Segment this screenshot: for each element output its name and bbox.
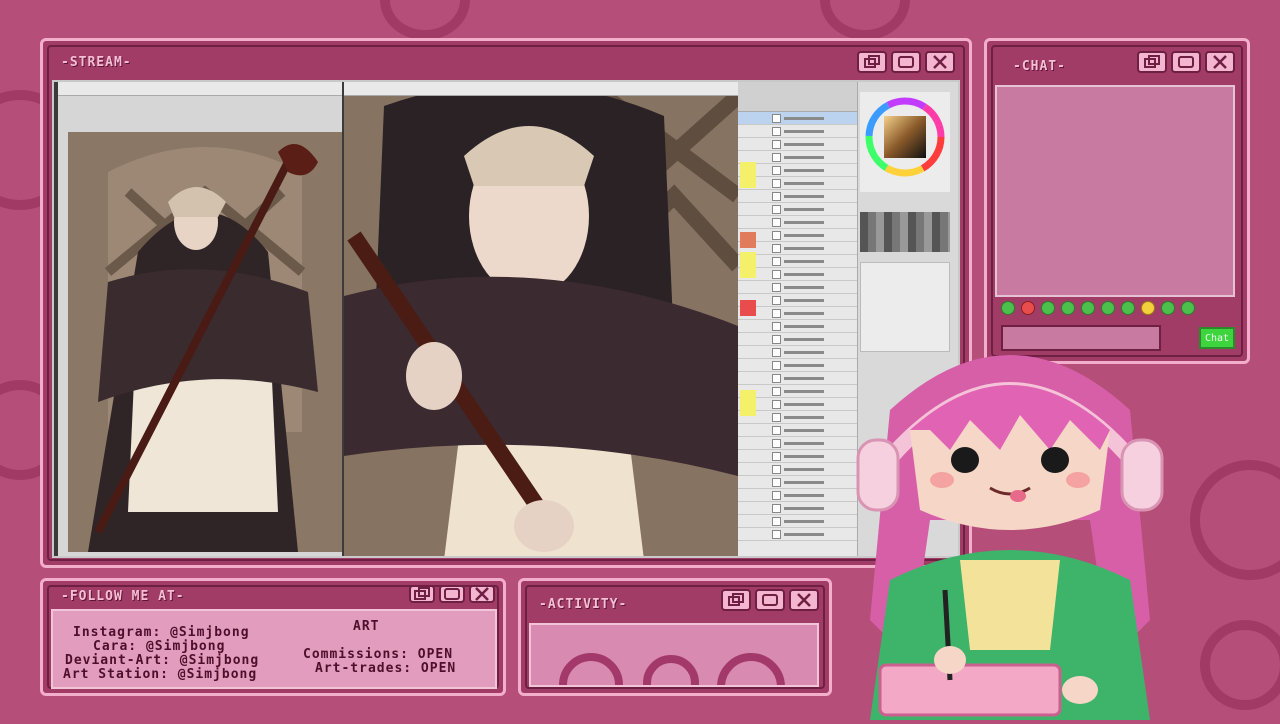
layer-row[interactable] [738, 190, 857, 203]
layer-row[interactable] [738, 203, 857, 216]
restore-button[interactable] [1137, 51, 1167, 73]
maximize-icon [444, 588, 460, 600]
social-artstation: Art Station: @Simjbong [63, 667, 258, 682]
layer-row[interactable] [738, 112, 857, 125]
maximize-icon [1178, 56, 1194, 68]
layer-row[interactable] [738, 320, 857, 333]
closeup-artwork [344, 83, 738, 556]
emote-icon[interactable] [1101, 301, 1115, 315]
layer-row[interactable] [738, 346, 857, 359]
chat-window-controls [1137, 51, 1235, 73]
art-trades-status: Art-trades: OPEN [315, 661, 457, 676]
emote-icon[interactable] [1061, 301, 1075, 315]
stream-window-controls [857, 51, 955, 73]
layer-row[interactable] [738, 359, 857, 372]
emote-icon[interactable] [1001, 301, 1015, 315]
stream-title: -STREAM- [61, 55, 132, 70]
layer-row[interactable] [738, 125, 857, 138]
commissions-status: Commissions: OPEN [303, 647, 454, 662]
emote-icon[interactable] [1141, 301, 1155, 315]
layer-row[interactable] [738, 424, 857, 437]
emote-bar [1001, 301, 1195, 315]
emote-icon[interactable] [1121, 301, 1135, 315]
layer-row[interactable] [738, 281, 857, 294]
swatch-panel[interactable] [860, 212, 950, 252]
full-figure-artwork [68, 132, 342, 552]
color-wheel-panel[interactable] [860, 92, 950, 192]
close-button[interactable] [925, 51, 955, 73]
follow-panel: -FOLLOW ME AT- Instagram: @Simjbong Cara… [40, 578, 506, 696]
close-button[interactable] [1205, 51, 1235, 73]
main-canvas[interactable] [344, 82, 738, 556]
close-icon [475, 587, 489, 601]
restore-button[interactable] [857, 51, 887, 73]
maximize-button[interactable] [439, 585, 465, 603]
activity-window-controls [721, 589, 819, 611]
layer-row[interactable] [738, 489, 857, 502]
layer-row[interactable] [738, 502, 857, 515]
close-icon [1213, 55, 1227, 69]
follow-window-controls [409, 585, 495, 603]
layer-row[interactable] [738, 216, 857, 229]
emote-icon[interactable] [1041, 301, 1055, 315]
art-heading: ART [353, 619, 380, 634]
main-canvas-tab-bar[interactable] [344, 82, 738, 96]
follow-content-area: Instagram: @Simjbong Cara: @Simjbong Dev… [51, 609, 497, 689]
streamer-avatar [850, 320, 1170, 720]
chat-send-button[interactable]: Chat [1199, 327, 1235, 349]
follow-title: -FOLLOW ME AT- [61, 589, 185, 604]
maximize-icon [762, 594, 778, 606]
maximize-button[interactable] [755, 589, 785, 611]
restore-icon [414, 587, 430, 600]
social-deviantart: Deviant-Art: @Simjbong [65, 653, 260, 668]
emote-icon[interactable] [1181, 301, 1195, 315]
layer-row[interactable] [738, 437, 857, 450]
layer-row[interactable] [738, 372, 857, 385]
restore-icon [728, 593, 744, 606]
close-button[interactable] [789, 589, 819, 611]
reference-canvas[interactable] [58, 82, 342, 556]
emote-icon[interactable] [1081, 301, 1095, 315]
layer-row[interactable] [738, 515, 857, 528]
restore-button[interactable] [409, 585, 435, 603]
activity-title: -ACTIVITY- [539, 597, 628, 612]
maximize-button[interactable] [891, 51, 921, 73]
social-instagram: Instagram: @Simjbong [73, 625, 250, 640]
layer-row[interactable] [738, 476, 857, 489]
layer-row[interactable] [738, 333, 857, 346]
stream-screen [52, 80, 960, 558]
social-cara: Cara: @Simjbong [93, 639, 226, 654]
layers-panel[interactable] [738, 82, 858, 556]
chat-title: -CHAT- [1013, 59, 1066, 74]
emote-icon[interactable] [1161, 301, 1175, 315]
layer-row[interactable] [738, 450, 857, 463]
close-button[interactable] [469, 585, 495, 603]
chat-messages-area[interactable] [995, 85, 1235, 297]
maximize-icon [898, 56, 914, 68]
activity-feed [529, 623, 819, 687]
close-icon [933, 55, 947, 69]
restore-icon [1144, 55, 1160, 68]
chat-panel: -CHAT- Chat [984, 38, 1250, 364]
layer-row[interactable] [738, 528, 857, 541]
canvas-tab-bar[interactable] [58, 82, 342, 96]
close-icon [797, 593, 811, 607]
activity-panel: -ACTIVITY- [518, 578, 832, 696]
emote-icon[interactable] [1021, 301, 1035, 315]
restore-icon [864, 55, 880, 68]
layer-row[interactable] [738, 138, 857, 151]
restore-button[interactable] [721, 589, 751, 611]
maximize-button[interactable] [1171, 51, 1201, 73]
layer-row[interactable] [738, 463, 857, 476]
